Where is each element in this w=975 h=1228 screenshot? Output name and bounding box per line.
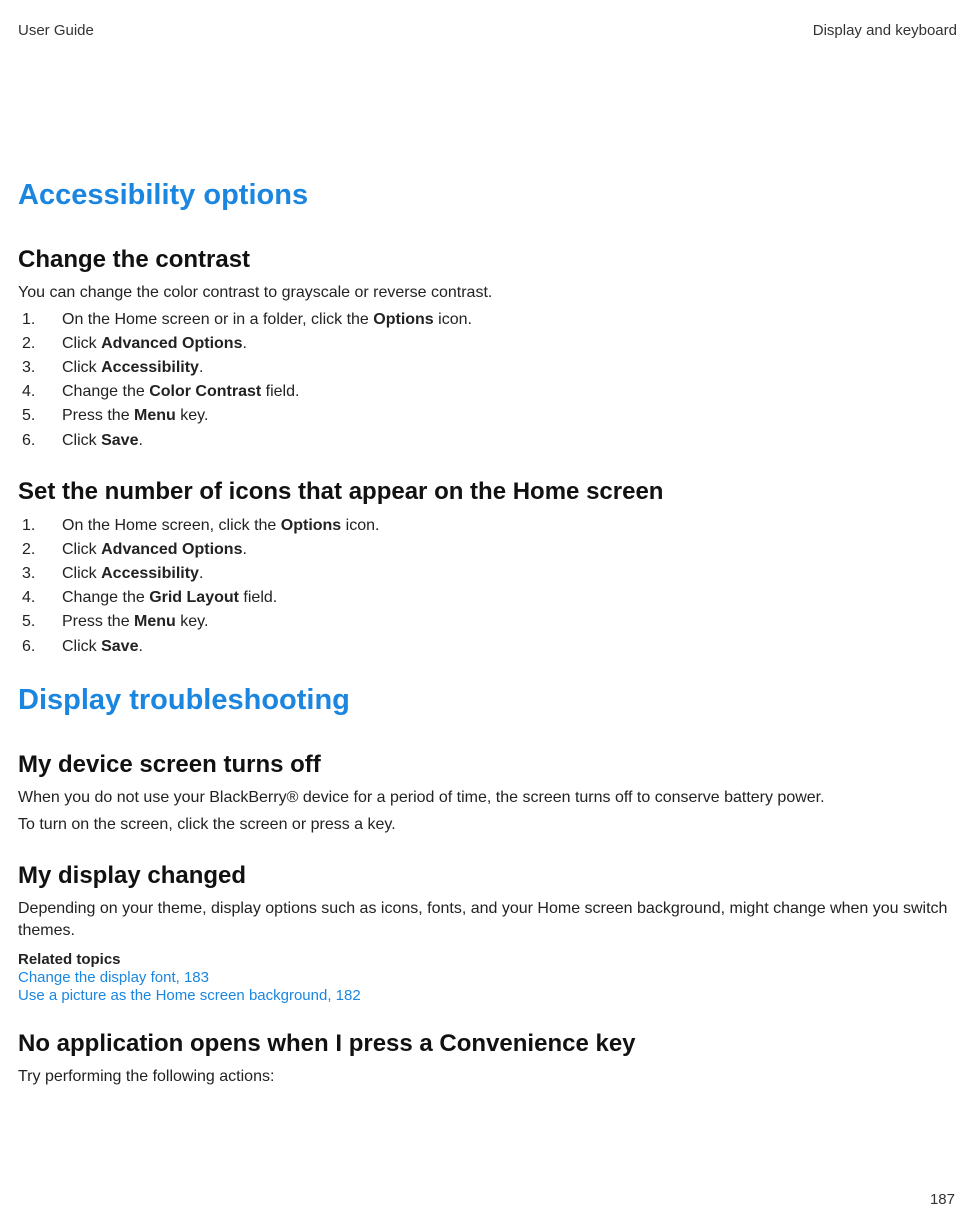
- step-item: Click Accessibility.: [18, 562, 957, 585]
- body-text: Depending on your theme, display options…: [18, 898, 957, 941]
- subsection-title: No application opens when I press a Conv…: [18, 1030, 957, 1058]
- steps-list: On the Home screen, click the Options ic…: [18, 514, 957, 658]
- subsection-screen-off: My device screen turns off When you do n…: [18, 751, 957, 836]
- step-item: Click Advanced Options.: [18, 332, 957, 355]
- section-title-troubleshooting: Display troubleshooting: [18, 684, 957, 717]
- subsection-title: Set the number of icons that appear on t…: [18, 478, 957, 506]
- related-topics-label: Related topics: [18, 951, 957, 968]
- step-item: Change the Grid Layout field.: [18, 586, 957, 609]
- subsection-title: Change the contrast: [18, 246, 957, 274]
- step-item: Click Save.: [18, 429, 957, 452]
- page-header: User Guide Display and keyboard: [18, 22, 957, 39]
- subsection-title: My device screen turns off: [18, 751, 957, 779]
- subsection-convenience-key: No application opens when I press a Conv…: [18, 1030, 957, 1088]
- step-item: Press the Menu key.: [18, 404, 957, 427]
- step-item: Click Advanced Options.: [18, 538, 957, 561]
- page-number: 187: [930, 1191, 955, 1208]
- step-item: Change the Color Contrast field.: [18, 380, 957, 403]
- body-text: Try performing the following actions:: [18, 1066, 957, 1088]
- subsection-change-contrast: Change the contrast You can change the c…: [18, 246, 957, 452]
- body-text: When you do not use your BlackBerry® dev…: [18, 787, 957, 809]
- subsection-title: My display changed: [18, 862, 957, 890]
- intro-text: You can change the color contrast to gra…: [18, 282, 957, 304]
- step-item: On the Home screen or in a folder, click…: [18, 308, 957, 331]
- step-item: Click Save.: [18, 635, 957, 658]
- step-item: Click Accessibility.: [18, 356, 957, 379]
- step-item: Press the Menu key.: [18, 610, 957, 633]
- related-link[interactable]: Use a picture as the Home screen backgro…: [18, 987, 957, 1004]
- header-left: User Guide: [18, 22, 94, 39]
- section-title-accessibility: Accessibility options: [18, 179, 957, 212]
- body-text: To turn on the screen, click the screen …: [18, 814, 957, 836]
- subsection-set-icons: Set the number of icons that appear on t…: [18, 478, 957, 658]
- steps-list: On the Home screen or in a folder, click…: [18, 308, 957, 452]
- header-right: Display and keyboard: [813, 22, 957, 39]
- subsection-display-changed: My display changed Depending on your the…: [18, 862, 957, 1004]
- related-link[interactable]: Change the display font, 183: [18, 969, 957, 986]
- step-item: On the Home screen, click the Options ic…: [18, 514, 957, 537]
